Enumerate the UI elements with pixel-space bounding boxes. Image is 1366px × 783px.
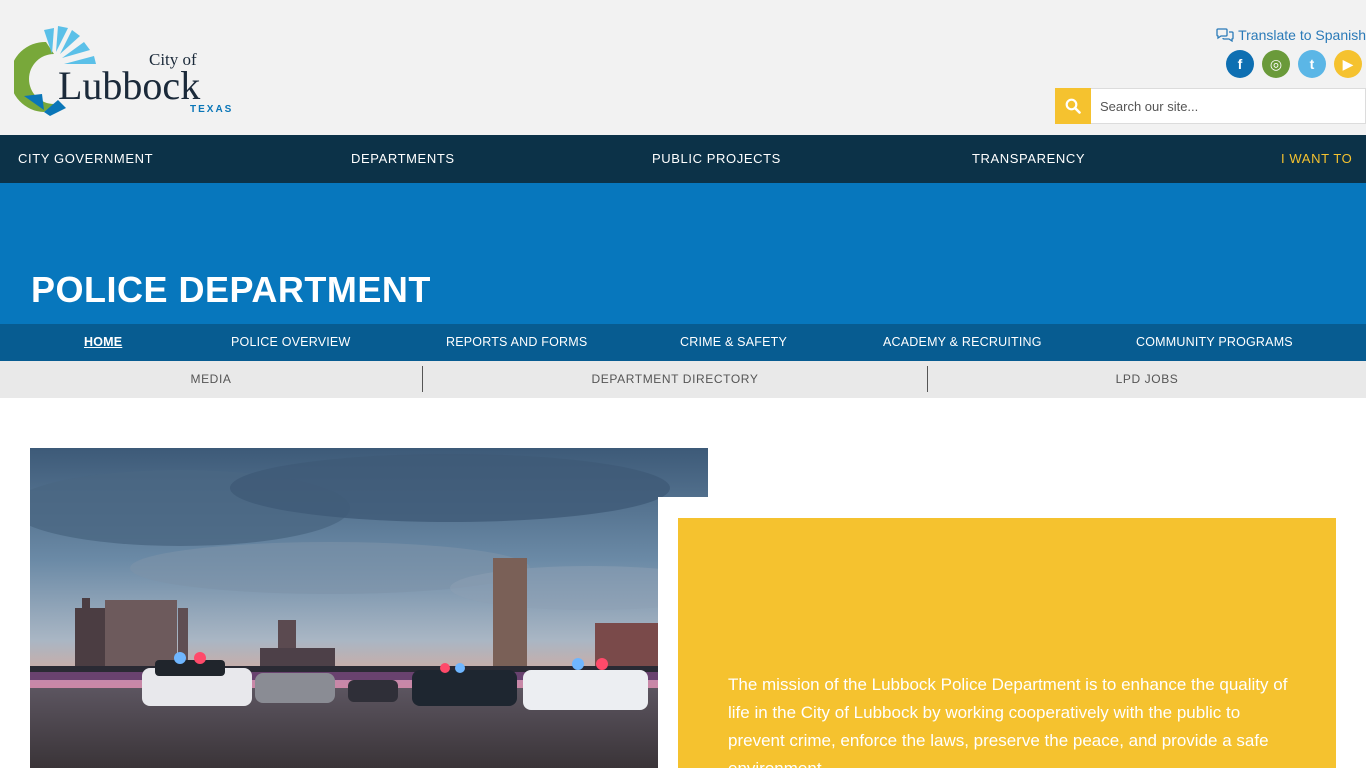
secondary-nav-media[interactable]: MEDIA: [0, 361, 422, 398]
search-input[interactable]: [1091, 88, 1366, 124]
chat-bubbles-icon: [1216, 28, 1234, 42]
social-links: f ◎ t ▶: [1226, 50, 1362, 78]
site-search: [1055, 88, 1366, 124]
youtube-icon[interactable]: ▶: [1334, 50, 1362, 78]
translate-link[interactable]: Translate to Spanish: [1216, 27, 1366, 43]
dept-nav-police-overview[interactable]: POLICE OVERVIEW: [231, 324, 350, 361]
dept-nav-crime-safety[interactable]: CRIME & SAFETY: [680, 324, 787, 361]
page-banner: POLICE DEPARTMENT: [0, 183, 1366, 324]
main-nav-i-want-to[interactable]: I WANT TO: [1281, 135, 1352, 183]
main-nav-departments[interactable]: DEPARTMENTS: [351, 135, 455, 183]
secondary-nav-lpd-jobs[interactable]: LPD JOBS: [928, 361, 1366, 398]
main-nav-city-government[interactable]: CITY GOVERNMENT: [18, 135, 153, 183]
mission-statement: The mission of the Lubbock Police Depart…: [728, 675, 1288, 778]
page-title: POLICE DEPARTMENT: [31, 269, 431, 310]
search-button[interactable]: [1055, 88, 1091, 124]
main-nav-transparency[interactable]: TRANSPARENCY: [972, 135, 1085, 183]
city-logo[interactable]: City of Lubbock TEXAS: [9, 24, 234, 119]
logo-state: TEXAS: [190, 104, 234, 115]
secondary-nav-department-directory[interactable]: DEPARTMENT DIRECTORY: [423, 361, 927, 398]
dept-nav-academy-recruiting[interactable]: ACADEMY & RECRUITING: [883, 324, 1042, 361]
mission-card: The mission of the Lubbock Police Depart…: [678, 518, 1336, 778]
twitter-icon[interactable]: t: [1298, 50, 1326, 78]
logo-name: Lubbock: [58, 63, 201, 108]
translate-label: Translate to Spanish: [1238, 27, 1366, 43]
secondary-nav: MEDIA DEPARTMENT DIRECTORY LPD JOBS: [0, 361, 1366, 398]
search-icon: [1065, 98, 1081, 114]
facebook-icon[interactable]: f: [1226, 50, 1254, 78]
main-nav-public-projects[interactable]: PUBLIC PROJECTS: [652, 135, 781, 183]
instagram-icon[interactable]: ◎: [1262, 50, 1290, 78]
dept-nav-home[interactable]: HOME: [84, 324, 122, 361]
main-nav: CITY GOVERNMENT DEPARTMENTS PUBLIC PROJE…: [0, 135, 1366, 183]
police-vehicles-photo: [30, 448, 708, 768]
department-nav: HOME POLICE OVERVIEW REPORTS AND FORMS C…: [0, 324, 1366, 361]
dept-nav-reports-and-forms[interactable]: REPORTS AND FORMS: [446, 324, 587, 361]
dept-nav-community-programs[interactable]: COMMUNITY PROGRAMS: [1136, 324, 1293, 361]
site-header: City of Lubbock TEXAS Translate to Spani…: [0, 0, 1366, 135]
